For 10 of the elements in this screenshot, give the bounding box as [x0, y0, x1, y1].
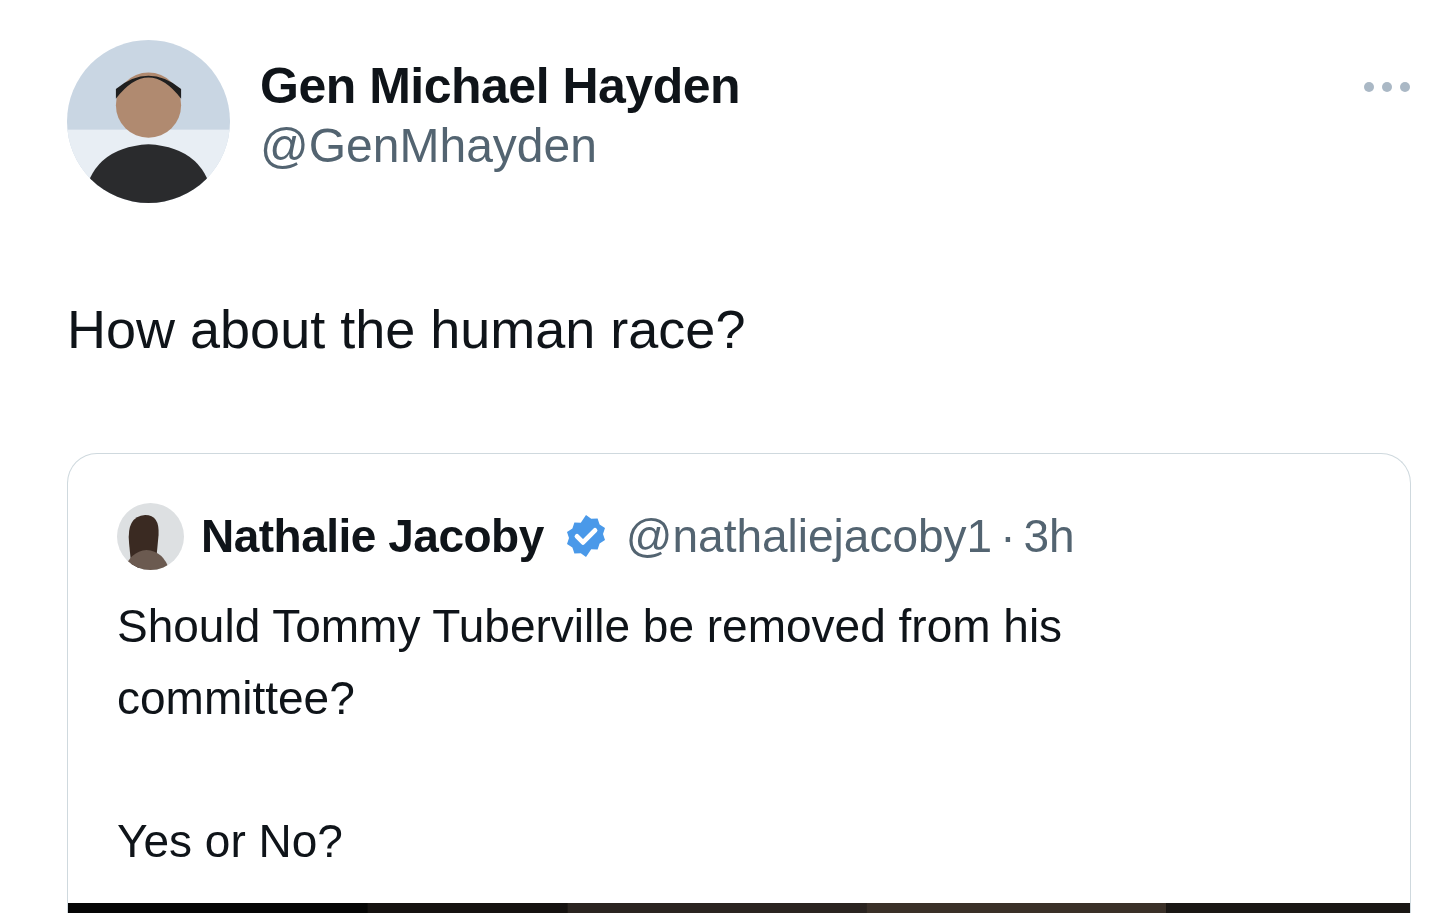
quoted-post-card[interactable]: Nathalie Jacoby @nathaliejacoby1 · 3h Should Tommy Tuberville be removed from his committee? Yes or No?: [67, 453, 1411, 913]
quoted-post-text: Yes or No?: [117, 814, 344, 869]
author-handle[interactable]: @nathaliejacoby1: [625, 509, 993, 563]
author-name[interactable]: Gen Michael Hayden: [260, 54, 741, 118]
quoted-post-text: Should Tommy Tuberville be removed from his committee?: [117, 599, 1064, 726]
post-text: How about the human race?: [67, 298, 747, 361]
post-time[interactable]: 3h: [1023, 509, 1075, 563]
separator-dot: ·: [1000, 509, 1016, 563]
author-name[interactable]: Nathalie Jacoby: [201, 509, 544, 563]
author-handle[interactable]: @GenMhayden: [260, 118, 741, 174]
